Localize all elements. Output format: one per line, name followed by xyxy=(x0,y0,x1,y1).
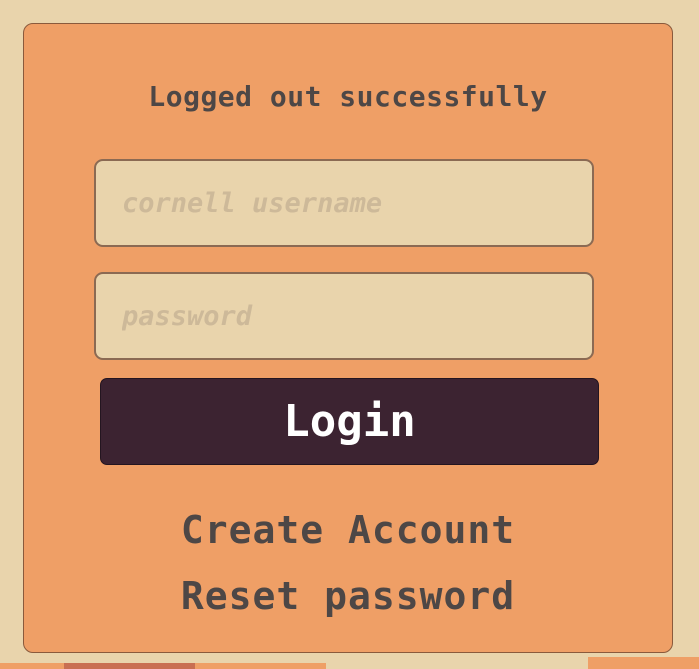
decorative-strip xyxy=(0,663,64,669)
status-message: Logged out successfully xyxy=(148,80,548,113)
decorative-strip xyxy=(64,663,195,669)
create-account-link[interactable]: Create Account xyxy=(24,508,672,552)
login-button[interactable]: Login xyxy=(100,378,599,465)
login-card: Logged out successfully Login Create Acc… xyxy=(23,23,673,653)
username-input[interactable] xyxy=(94,159,594,247)
reset-password-link[interactable]: Reset password xyxy=(24,574,672,618)
decorative-strip xyxy=(195,663,326,669)
password-input[interactable] xyxy=(94,272,594,360)
decorative-strip xyxy=(588,657,699,669)
